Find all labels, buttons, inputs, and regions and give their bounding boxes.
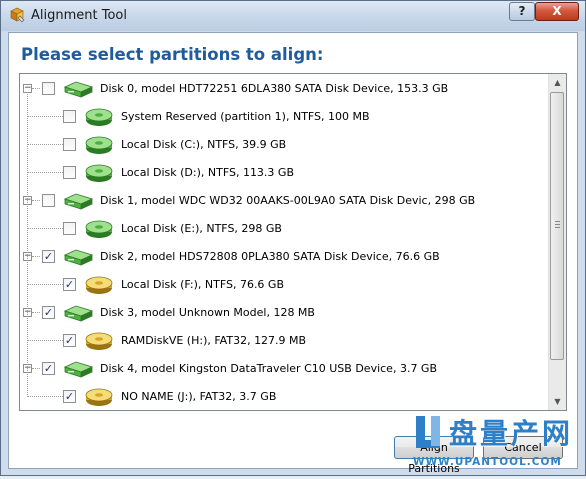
partition-icon <box>85 276 113 294</box>
alignment-tool-window: Alignment Tool ? X Please select partiti… <box>0 0 586 476</box>
partition-label: Local Disk (D:), NTFS, 113.3 GB <box>121 166 294 179</box>
help-icon: ? <box>518 4 526 18</box>
partition-icon <box>85 220 113 238</box>
checkbox[interactable]: ✓ <box>42 306 55 319</box>
scroll-down-icon[interactable]: ▼ <box>549 393 566 410</box>
scroll-up-icon[interactable]: ▲ <box>549 74 566 91</box>
checkbox[interactable]: ✓ <box>63 334 76 347</box>
checkbox[interactable]: ✓ <box>63 390 76 403</box>
tree-partition-row[interactable]: Local Disk (D:), NTFS, 113.3 GB <box>20 159 548 187</box>
partition-label: NO NAME (J:), FAT32, 3.7 GB <box>121 390 277 403</box>
disk-label: Disk 0, model HDT72251 6DLA380 SATA Disk… <box>100 82 449 95</box>
tree-partition-row[interactable]: ✓ Local Disk (F:), NTFS, 76.6 GB <box>20 271 548 299</box>
tree-disk-row[interactable]: − ✓ Disk 4, model Kingston DataTraveler C1… <box>20 355 548 383</box>
hard-disk-icon <box>63 361 94 378</box>
hard-disk-icon <box>63 81 94 98</box>
help-button[interactable]: ? <box>509 2 535 21</box>
vertical-scrollbar[interactable]: ▲ ▼ <box>548 74 566 410</box>
partition-tree[interactable]: ▲ ▼ − Disk 0, model HDT72251 6DLA380 SATA… <box>19 73 567 411</box>
partition-icon <box>85 332 113 350</box>
checkbox[interactable] <box>63 222 76 235</box>
dialog-client-area: Please select partitions to align: ▲ ▼ −… <box>8 32 578 475</box>
partition-icon <box>85 136 113 154</box>
checkbox[interactable] <box>42 82 55 95</box>
partition-icon <box>85 164 113 182</box>
disk-label: Disk 1, model WDC WD32 00AAKS-00L9A0 SAT… <box>100 194 476 207</box>
hard-disk-icon <box>63 193 94 210</box>
checkbox[interactable] <box>63 110 76 123</box>
watermark-logo-icon <box>416 416 440 448</box>
tree-partition-row[interactable]: Local Disk (E:), NTFS, 298 GB <box>20 215 548 243</box>
page-title: Please select partitions to align: <box>21 45 324 64</box>
close-icon: X <box>552 4 562 18</box>
tree-partition-row[interactable]: System Reserved (partition 1), NTFS, 100… <box>20 103 548 131</box>
watermark: 盘量产网 WWW.UPANTOOL.COM <box>411 412 586 476</box>
disk-label: Disk 2, model HDS72808 0PLA380 SATA Disk… <box>100 250 440 263</box>
tree-disk-row[interactable]: − ✓ Disk 3, model Unknown Model, 128 MB <box>20 299 548 327</box>
partition-label: System Reserved (partition 1), NTFS, 100… <box>121 110 370 123</box>
tree-disk-row[interactable]: − Disk 0, model HDT72251 6DLA380 SATA Dis… <box>20 75 548 103</box>
tree-disk-row[interactable]: − ✓ Disk 2, model HDS72808 0PLA380 SATA Di… <box>20 243 548 271</box>
title-bar[interactable]: Alignment Tool ? X <box>1 1 585 31</box>
checkbox[interactable] <box>63 166 76 179</box>
checkbox[interactable]: ✓ <box>42 362 55 375</box>
hard-disk-icon <box>63 249 94 266</box>
checkbox[interactable] <box>42 194 55 207</box>
disk-label: Disk 4, model Kingston DataTraveler C10 … <box>100 362 438 375</box>
tree-connector <box>27 92 28 397</box>
app-icon <box>10 7 25 23</box>
partition-icon <box>85 108 113 126</box>
partition-label: RAMDiskVE (H:), FAT32, 127.9 MB <box>121 334 307 347</box>
tree-partition-row[interactable]: ✓ RAMDiskVE (H:), FAT32, 127.9 MB <box>20 327 548 355</box>
window-title: Alignment Tool <box>31 8 127 23</box>
checkbox[interactable] <box>63 138 76 151</box>
close-button[interactable]: X <box>535 2 579 21</box>
disk-label: Disk 3, model Unknown Model, 128 MB <box>100 306 315 319</box>
tree-partition-row[interactable]: ✓ NO NAME (J:), FAT32, 3.7 GB <box>20 383 548 410</box>
partition-label: Local Disk (C:), NTFS, 39.9 GB <box>121 138 287 151</box>
tree-disk-row[interactable]: − Disk 1, model WDC WD32 00AAKS-00L9A0 SA… <box>20 187 548 215</box>
checkbox[interactable]: ✓ <box>63 278 76 291</box>
watermark-brand: 盘量产网 <box>449 417 574 450</box>
tree-partition-row[interactable]: Local Disk (C:), NTFS, 39.9 GB <box>20 131 548 159</box>
partition-icon <box>85 388 113 406</box>
checkbox[interactable]: ✓ <box>42 250 55 263</box>
scrollbar-thumb[interactable] <box>550 92 564 360</box>
watermark-url: WWW.UPANTOOL.COM <box>413 456 562 468</box>
hard-disk-icon <box>63 305 94 322</box>
partition-label: Local Disk (F:), NTFS, 76.6 GB <box>121 278 285 291</box>
partition-label: Local Disk (E:), NTFS, 298 GB <box>121 222 282 235</box>
